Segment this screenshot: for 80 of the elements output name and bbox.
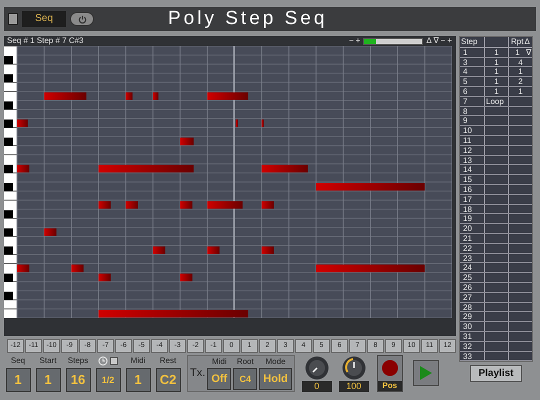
table-cell-text: 17 xyxy=(462,194,473,204)
table-cell: 4 xyxy=(508,58,532,66)
table-cell-text: 26 xyxy=(462,282,473,292)
power-icon xyxy=(78,14,86,24)
control-label: Steps xyxy=(68,356,88,366)
table-cell-text: 14 xyxy=(462,165,473,174)
table-cell-text: 25 xyxy=(462,273,473,282)
record-icon xyxy=(382,360,398,376)
zoom-meter xyxy=(363,38,424,44)
play-icon xyxy=(418,365,433,381)
table-cell: 1 xyxy=(508,67,532,76)
table-cell-text: 32 xyxy=(462,342,473,350)
table-cell-text: 8 xyxy=(462,106,468,116)
column-header: Step xyxy=(460,37,478,47)
transmit-label: Tx. xyxy=(190,366,206,382)
column-header: Rpt xyxy=(508,37,524,47)
table-cell-text: 19 xyxy=(462,214,473,224)
table-cell-text: 13 xyxy=(462,156,473,164)
status-text: Seq # 1 Step # 7 C#3 xyxy=(7,36,84,46)
up-button[interactable]: Δ xyxy=(523,37,530,47)
zoom-out-button[interactable]: − xyxy=(348,36,355,46)
field-label: Root xyxy=(236,357,254,367)
power-button[interactable] xyxy=(70,12,94,26)
zoom-in-button[interactable]: + xyxy=(354,36,362,46)
table-cell: 1 xyxy=(484,86,508,96)
table-cell-text: 11 xyxy=(462,136,472,145)
table-cell-text: 9 xyxy=(462,116,468,126)
table-cell: 1 xyxy=(484,58,508,66)
table-cell-text: 4 xyxy=(462,67,468,76)
play-button[interactable] xyxy=(412,360,439,386)
app-title: Poly Step Seq xyxy=(168,8,328,30)
table-cell-text: 33 xyxy=(462,352,473,360)
knob-readout: 0 xyxy=(302,381,332,392)
table-cell-text: 1 xyxy=(462,48,468,57)
field-label: Midi xyxy=(212,357,227,367)
table-cell: 1 xyxy=(484,48,508,57)
table-cell: 1 xyxy=(484,77,508,86)
table-cell: 1 xyxy=(508,48,526,57)
table-cell-text: 18 xyxy=(462,204,473,214)
down-button[interactable]: ∇ xyxy=(526,48,532,57)
table-cell: 1 xyxy=(484,67,508,76)
table-cell-text: 21 xyxy=(462,234,473,243)
table-cell-text: 27 xyxy=(462,292,473,302)
playlist-button[interactable]: Playlist xyxy=(470,365,522,382)
table-cell: 1 xyxy=(508,86,532,96)
table-cell-text: 20 xyxy=(462,224,473,233)
plus-button[interactable]: + xyxy=(446,36,453,46)
up-button[interactable]: Δ xyxy=(425,36,433,46)
clock-icon xyxy=(98,356,108,366)
table-cell: 2 xyxy=(508,77,532,86)
knob-icon[interactable] xyxy=(304,355,330,381)
table-cell-text: 24 xyxy=(462,263,473,272)
table-cell-text: 31 xyxy=(462,332,473,341)
table-cell: Loop xyxy=(484,96,508,106)
seq-field[interactable]: Seq xyxy=(22,11,66,27)
table-cell-text: 3 xyxy=(462,58,468,66)
checkbox[interactable] xyxy=(8,13,18,25)
table-cell-text: 10 xyxy=(462,126,473,135)
table-cell-text: 30 xyxy=(462,322,473,331)
control-label: Rest xyxy=(160,356,176,366)
table-cell-text: 15 xyxy=(462,175,473,184)
table-cell-text: 29 xyxy=(462,312,473,322)
minus-button[interactable]: − xyxy=(440,36,446,46)
table-cell-text: 7 xyxy=(462,96,468,106)
control-label: Midi xyxy=(130,356,146,366)
table-cell-text: 22 xyxy=(462,244,473,253)
table-cell-text: 12 xyxy=(462,146,473,155)
down-button[interactable]: ∇ xyxy=(432,36,440,46)
knob-readout: 100 xyxy=(338,381,369,392)
checkbox[interactable] xyxy=(110,357,118,365)
knob-icon[interactable] xyxy=(340,355,367,381)
record-button[interactable]: Pos xyxy=(376,355,403,392)
control-label: Start xyxy=(40,356,56,366)
table-cell-text: 6 xyxy=(462,86,468,96)
table-cell-text: 28 xyxy=(462,302,473,312)
table-cell-text: 5 xyxy=(462,77,468,86)
field-label: Mode xyxy=(266,357,286,367)
control-label: Seq xyxy=(10,356,26,366)
table-cell-text: 16 xyxy=(462,184,473,194)
table-cell-text: 23 xyxy=(462,254,473,262)
